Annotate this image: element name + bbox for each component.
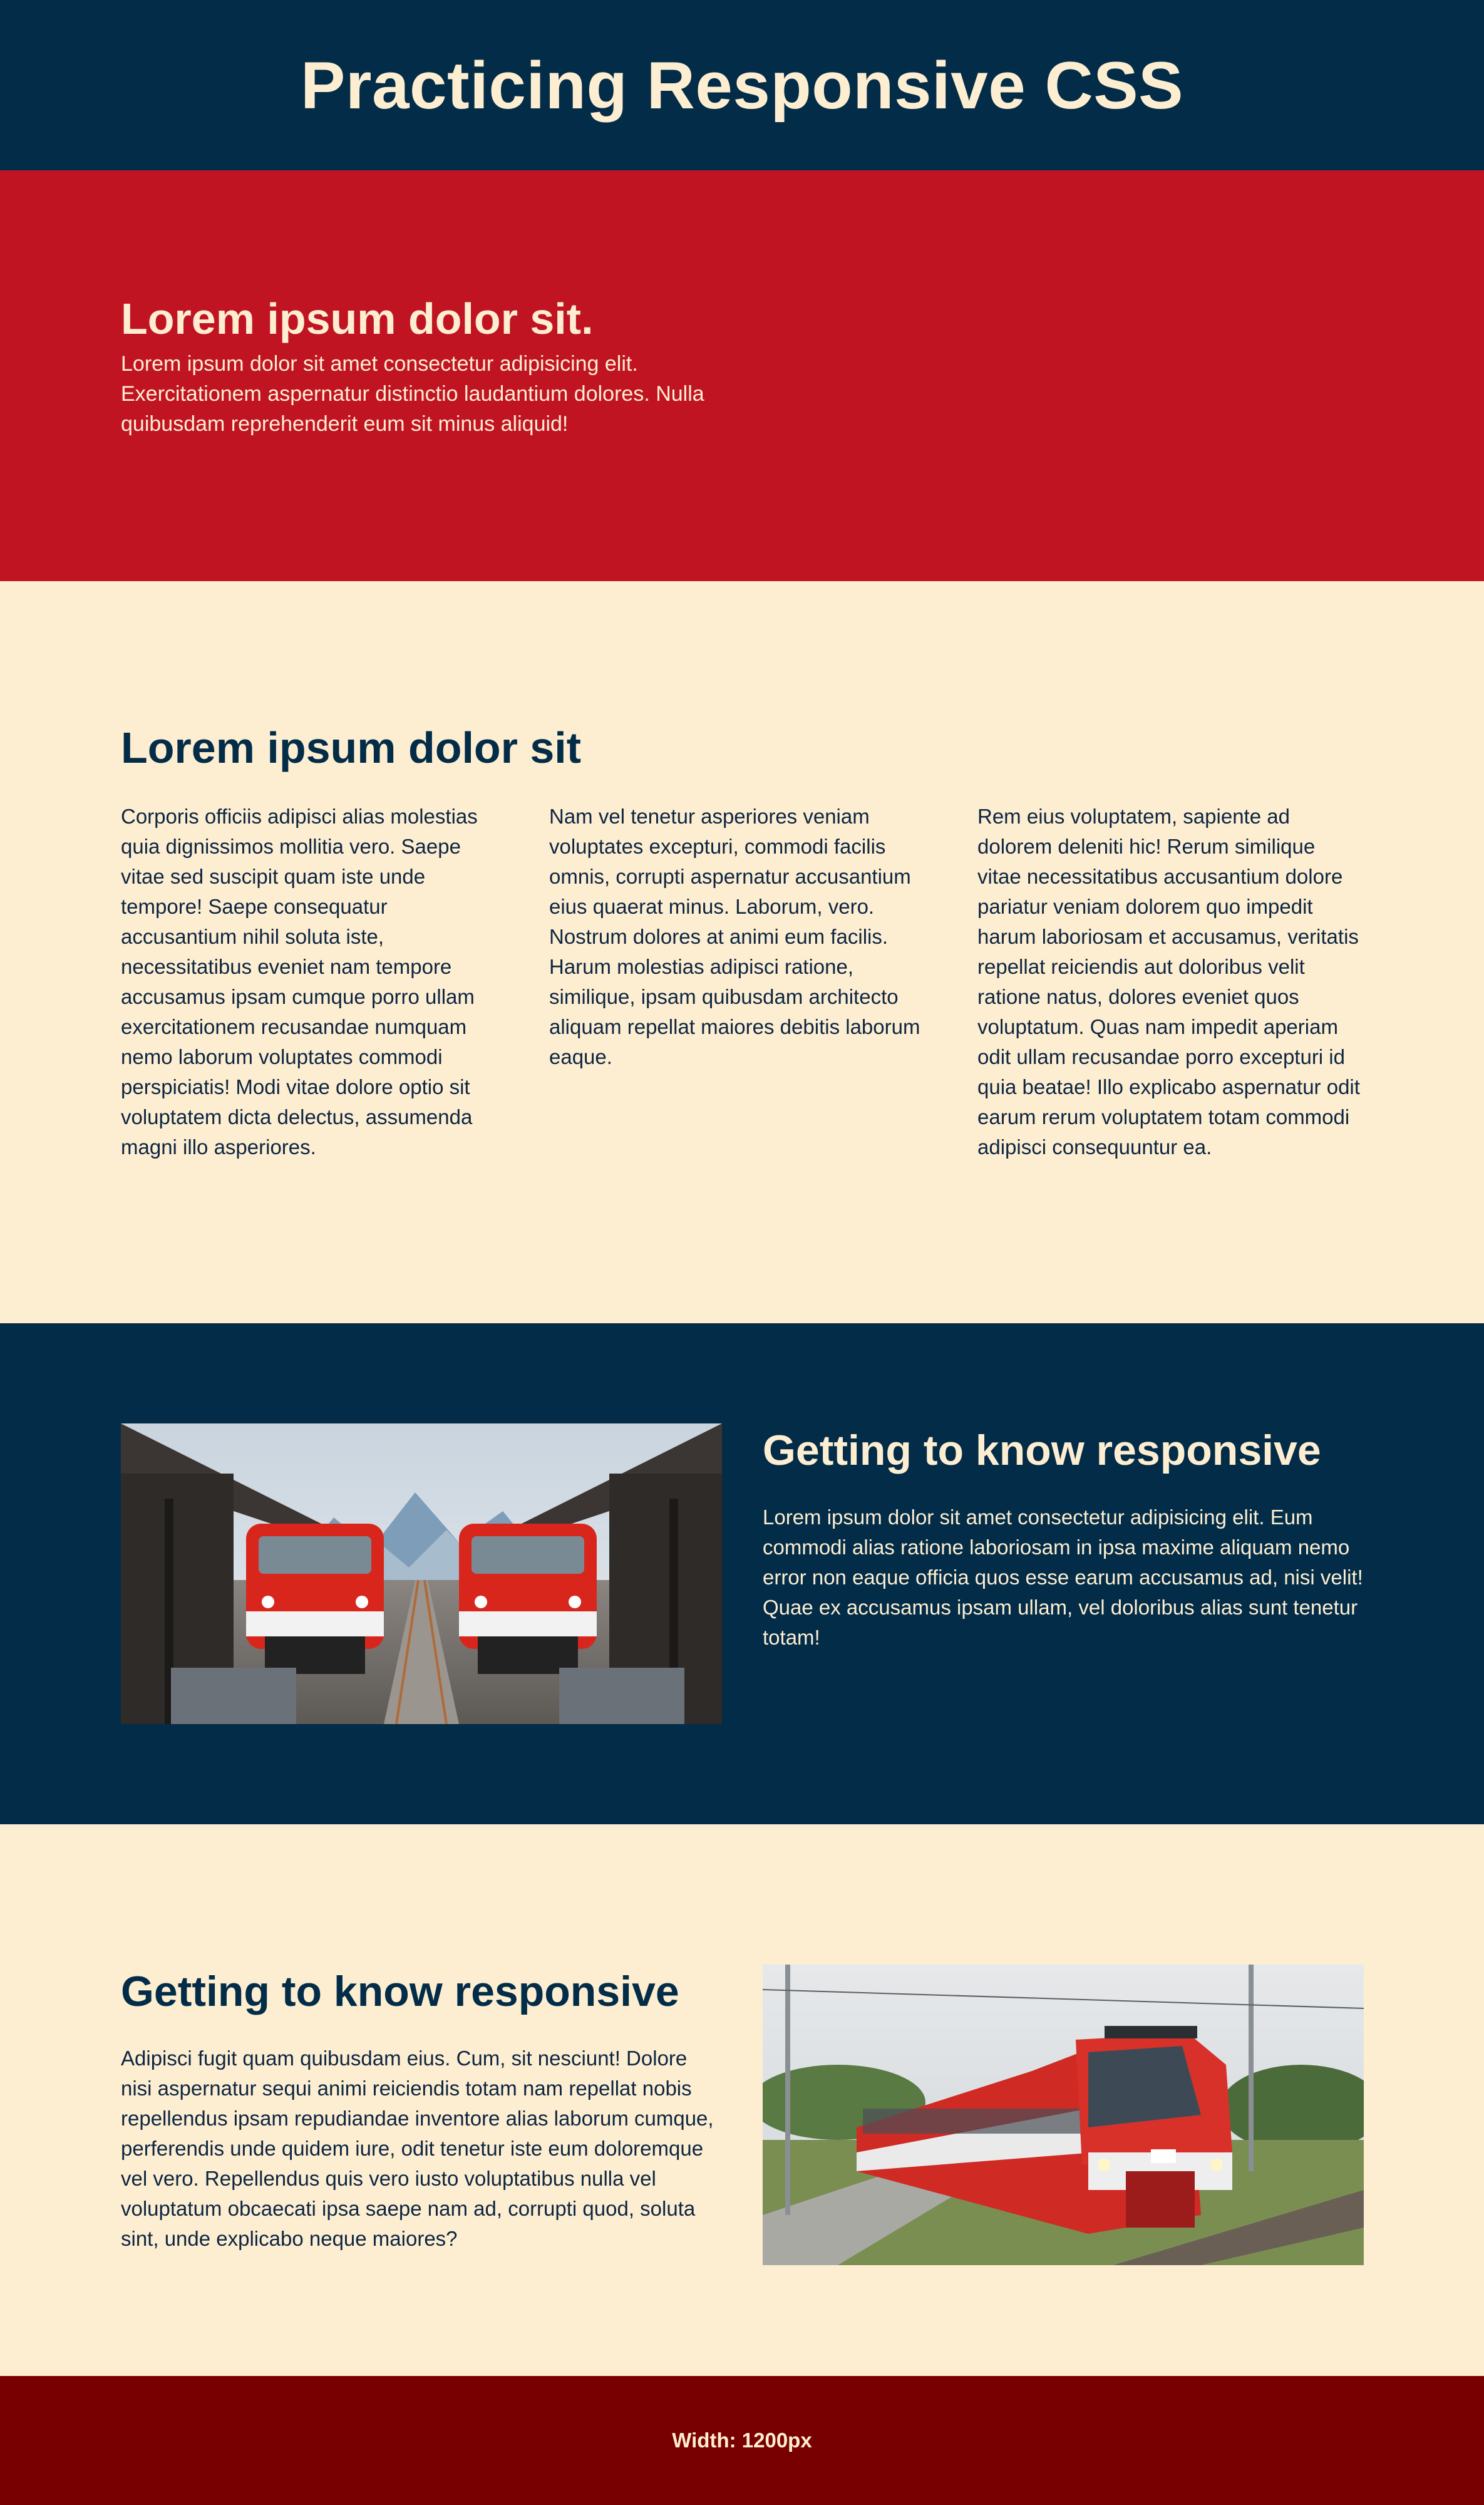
page-title: Practicing Responsive CSS (301, 48, 1183, 123)
hero-heading: Lorem ipsum dolor sit. (121, 294, 594, 343)
feature-paragraph-2: Adipisci fugit quam quibusdam eius. Cum,… (121, 2047, 714, 2250)
footer-width-label: Width: 1200px (672, 2429, 812, 2452)
page-footer: Width: 1200px (0, 2376, 1484, 2505)
feature-text-1: Getting to know responsive Lorem ipsum d… (763, 1423, 1364, 1824)
feature-section-1: Getting to know responsive Lorem ipsum d… (0, 1323, 1484, 1824)
columns-section: Lorem ipsum dolor sit Corporis officiis … (0, 581, 1484, 1323)
feature-section-2: Getting to know responsive Adipisci fugi… (0, 1824, 1484, 2376)
page-header: Practicing Responsive CSS (0, 0, 1484, 170)
hero-section: Lorem ipsum dolor sit. Lorem ipsum dolor… (0, 170, 1484, 581)
feature-heading-2: Getting to know responsive (121, 1968, 679, 2015)
feature-text-2: Getting to know responsive Adipisci fugi… (121, 1965, 722, 2376)
regional-train-image (763, 1965, 1364, 2265)
columns-heading: Lorem ipsum dolor sit (121, 723, 582, 772)
column-text-1: Corporis officiis adipisci alias molesti… (121, 805, 478, 1159)
column-text-2: Nam vel tenetur asperiores veniam volupt… (549, 805, 920, 1068)
feature-paragraph-1: Lorem ipsum dolor sit amet consectetur a… (763, 1506, 1363, 1649)
hero-text: Lorem ipsum dolor sit amet consectetur a… (121, 352, 704, 436)
column-text-3: Rem eius voluptatem, sapiente ad dolorem… (977, 805, 1360, 1159)
columns-row: Corporis officiis adipisci alias molesti… (121, 802, 1363, 1162)
station-trains-image (121, 1423, 722, 1724)
feature-heading-1: Getting to know responsive (763, 1427, 1321, 1474)
